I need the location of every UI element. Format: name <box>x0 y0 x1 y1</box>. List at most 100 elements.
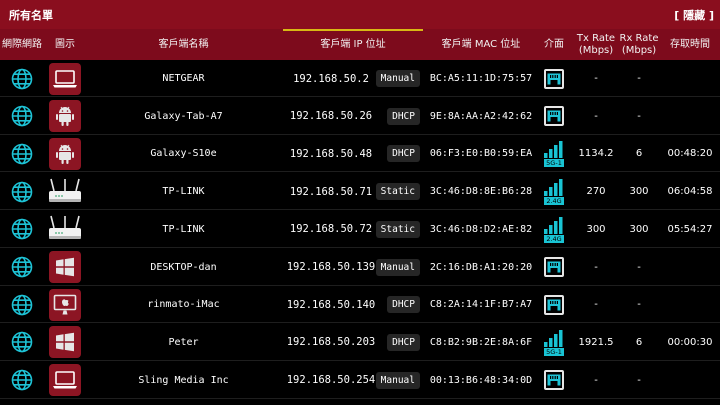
client-name[interactable]: TP-LINK <box>86 173 281 210</box>
access-time <box>660 60 720 97</box>
column-header-ip[interactable]: 客戶端 IP 位址 <box>283 29 423 60</box>
client-mac: BC:A5:11:1D:75:57 <box>429 73 533 84</box>
column-header-network: 網際網路 <box>2 38 42 50</box>
table-row[interactable]: Peter 192.168.50.203 DHCP C8:B2:9B:2E:8A:6F… <box>0 324 720 361</box>
tx-rate: 1134.2 <box>578 148 614 160</box>
column-header-name[interactable]: 客戶端名稱 <box>86 29 281 60</box>
client-name[interactable]: Peter <box>86 324 281 361</box>
tx-rate: - <box>594 73 598 84</box>
column-header-interface[interactable]: 介面 <box>539 29 569 60</box>
client-ip: 192.168.50.139 <box>286 261 376 273</box>
client-name[interactable]: Sling Media Inc <box>86 362 281 399</box>
wifi-icon: 5G-1 <box>539 324 569 361</box>
hide-button[interactable]: [ 隱藏 ] <box>674 7 714 23</box>
wifi-band-label: 2.4G <box>544 234 564 243</box>
wifi-icon: 5G-1 <box>539 135 569 172</box>
ip-type-badge[interactable]: DHCP <box>387 333 420 351</box>
rx-rate: - <box>637 261 641 273</box>
windows-icon[interactable] <box>44 249 86 286</box>
access-time <box>660 362 720 399</box>
client-name[interactable]: Galaxy-S10e <box>86 135 281 172</box>
router-icon[interactable] <box>44 211 86 248</box>
ip-type-badge[interactable]: DHCP <box>387 145 420 163</box>
ethernet-icon <box>539 60 569 97</box>
client-name[interactable]: NETGEAR <box>86 60 281 97</box>
ip-type-badge[interactable]: DHCP <box>387 107 420 125</box>
client-ip: 192.168.50.72 <box>289 223 373 236</box>
table-row[interactable]: Galaxy-Tab-A7 192.168.50.26 DHCP 9E:8A:AA:A… <box>0 98 720 135</box>
laptop-icon[interactable] <box>44 60 86 97</box>
table-row[interactable]: TP-LINK 192.168.50.71 Static 3C:46:D8:8E:B6… <box>0 173 720 211</box>
sort-indicator <box>283 29 423 31</box>
ip-type-badge[interactable]: DHCP <box>387 296 420 314</box>
globe-icon[interactable] <box>0 249 44 286</box>
table-row[interactable]: rinmato-iMac 192.168.50.140 DHCP C8:2A:14:1… <box>0 286 720 324</box>
column-header-tx-rate[interactable]: Tx Rate (Mbps) <box>574 29 618 60</box>
tx-rate: 1921.5 <box>578 336 614 348</box>
table-row[interactable]: Galaxy-S10e 192.168.50.48 DHCP 06:F3:E0:B0:… <box>0 135 720 173</box>
globe-icon[interactable] <box>0 173 44 210</box>
rx-rate: - <box>637 73 641 84</box>
access-time: 00:00:30 <box>667 336 713 348</box>
ip-type-badge[interactable]: Manual <box>375 70 420 87</box>
table-row[interactable]: NETGEAR 192.168.50.2 Manual BC:A5:11:1D:75:… <box>0 60 720 97</box>
table-row[interactable]: TP-LINK 192.168.50.72 Static 3C:46:D8:D2:AE… <box>0 211 720 248</box>
ethernet-icon <box>539 286 569 323</box>
wifi-band-label: 5G-1 <box>544 347 564 356</box>
laptop-icon[interactable] <box>44 362 86 399</box>
globe-icon[interactable] <box>0 98 44 135</box>
rx-rate: 6 <box>635 336 643 348</box>
table-row[interactable]: Sling Media Inc 192.168.50.254 Manual 00:13… <box>0 362 720 399</box>
wifi-band-label: 2.4G <box>544 197 564 206</box>
page-title: 所有名單 <box>9 9 53 22</box>
access-time <box>660 286 720 323</box>
column-header-icon: 圖示 <box>55 38 75 50</box>
access-time <box>660 98 720 135</box>
access-time: 06:04:58 <box>667 186 713 198</box>
tx-rate: 300 <box>586 223 606 235</box>
client-name[interactable]: rinmato-iMac <box>86 286 281 323</box>
rx-rate: 300 <box>629 223 649 235</box>
ip-type-badge[interactable]: Static <box>375 220 420 238</box>
tx-rate: - <box>594 261 598 273</box>
globe-icon[interactable] <box>0 60 44 97</box>
client-mac: 00:13:B6:48:34:0D <box>429 374 533 386</box>
access-time: 05:54:27 <box>667 223 713 235</box>
client-mac: 3C:46:D8:D2:AE:82 <box>429 223 533 235</box>
column-header-mac[interactable]: 客戶端 MAC 位址 <box>423 29 539 60</box>
ip-type-badge[interactable]: Manual <box>375 258 420 276</box>
client-mac: 2C:16:DB:A1:20:20 <box>429 261 533 273</box>
ethernet-icon <box>539 362 569 399</box>
ethernet-icon <box>539 249 569 286</box>
client-mac: C8:B2:9B:2E:8A:6F <box>429 336 533 348</box>
access-time <box>660 249 720 286</box>
globe-icon[interactable] <box>0 135 44 172</box>
rx-rate: - <box>637 299 641 311</box>
table-row[interactable]: DESKTOP-dan 192.168.50.139 Manual 2C:16:DB:… <box>0 249 720 286</box>
client-ip: 192.168.50.140 <box>286 298 376 311</box>
column-header-rx-rate[interactable]: Rx Rate (Mbps) <box>618 29 660 60</box>
android-icon[interactable] <box>44 98 86 135</box>
access-time: 00:48:20 <box>667 148 713 160</box>
globe-icon[interactable] <box>0 211 44 248</box>
client-mac: 06:F3:E0:B0:59:EA <box>429 148 533 160</box>
rx-rate: - <box>637 374 641 386</box>
column-header-access-time[interactable]: 存取時間 <box>660 29 720 60</box>
ip-type-badge[interactable]: Static <box>375 183 420 201</box>
android-icon[interactable] <box>44 135 86 172</box>
client-name[interactable]: DESKTOP-dan <box>86 249 281 286</box>
imac-icon[interactable] <box>44 286 86 323</box>
tx-rate: 270 <box>586 186 606 198</box>
globe-icon[interactable] <box>0 324 44 361</box>
ip-type-badge[interactable]: Manual <box>375 371 420 389</box>
router-icon[interactable] <box>44 173 86 210</box>
rx-rate: 6 <box>635 148 643 160</box>
title-bar: 所有名單 [ 隱藏 ] <box>0 0 720 29</box>
client-ip: 192.168.50.203 <box>286 336 376 349</box>
client-name[interactable]: TP-LINK <box>86 211 281 248</box>
windows-icon[interactable] <box>44 324 86 361</box>
globe-icon[interactable] <box>0 286 44 323</box>
globe-icon[interactable] <box>0 362 44 399</box>
client-name[interactable]: Galaxy-Tab-A7 <box>86 98 281 135</box>
tx-rate: - <box>594 299 598 311</box>
